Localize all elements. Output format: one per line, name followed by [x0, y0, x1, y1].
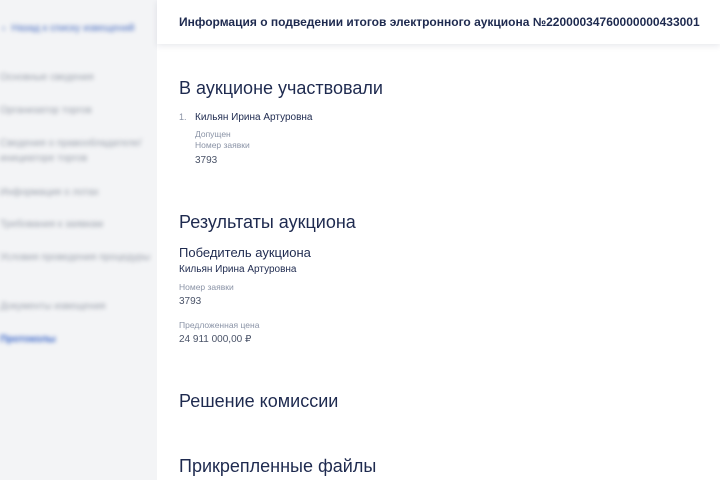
participants-heading: В аукционе участвовали [179, 78, 383, 98]
sidebar-item-label: Основные сведения [0, 72, 94, 83]
main-content: В аукционе участвовали 1. Кильян Ирина А… [179, 0, 720, 480]
participant-name: Кильян Ирина Артуровна [195, 112, 313, 123]
sidebar-item-label: Требования к заявкам [0, 219, 103, 230]
chevron-left-icon: ‹ [2, 23, 6, 34]
participant-status: Допущен [195, 129, 231, 139]
sidebar-item-organizer[interactable]: Организатор торгов [0, 103, 155, 118]
participant-bid-number: 3793 [195, 155, 218, 166]
winner-heading: Победитель аукциона [179, 245, 311, 260]
sidebar-item-conditions[interactable]: Условия проведения процедуры [0, 250, 155, 265]
sidebar: ‹ Назад к списку извещений Основные сведе… [0, 0, 157, 480]
files-heading: Прикрепленные файлы [179, 456, 377, 476]
commission-heading: Решение комиссии [179, 391, 339, 411]
winner-bid-label: Номер заявки [179, 282, 234, 292]
back-link-label: Назад к списку извещений [11, 23, 135, 34]
sidebar-item-label: Протоколы [0, 334, 56, 345]
sidebar-item-label: Организатор торгов [0, 105, 92, 116]
price-label: Предложенная цена [179, 320, 260, 330]
winner-name: Кильян Ирина Артуровна [179, 264, 297, 275]
sidebar-item-basic-info[interactable]: Основные сведения [0, 70, 155, 85]
sidebar-item-requirements[interactable]: Требования к заявкам [0, 217, 155, 232]
price-value: 24 911 000,00 ₽ [179, 334, 252, 345]
sidebar-item-documents[interactable]: Документы извещения [0, 299, 155, 314]
sidebar-item-rightholder[interactable]: Сведения о правообладателе/инициаторе то… [0, 136, 155, 166]
sidebar-item-lots[interactable]: Информация о лотах [0, 185, 155, 200]
sidebar-item-label: Документы извещения [0, 301, 106, 312]
participant-index: 1. [179, 112, 187, 122]
sidebar-item-label: Условия проведения процедуры [0, 252, 151, 263]
sidebar-item-protocols[interactable]: Протоколы [0, 332, 155, 347]
results-heading: Результаты аукциона [179, 212, 356, 232]
sidebar-item-label: Информация о лотах [0, 187, 99, 198]
winner-bid-number: 3793 [179, 296, 202, 307]
sidebar-item-label: Сведения о правообладателе/инициаторе то… [0, 138, 142, 164]
back-to-notices-link[interactable]: ‹ Назад к списку извещений [2, 23, 157, 34]
participant-bid-label: Номер заявки [195, 140, 250, 150]
